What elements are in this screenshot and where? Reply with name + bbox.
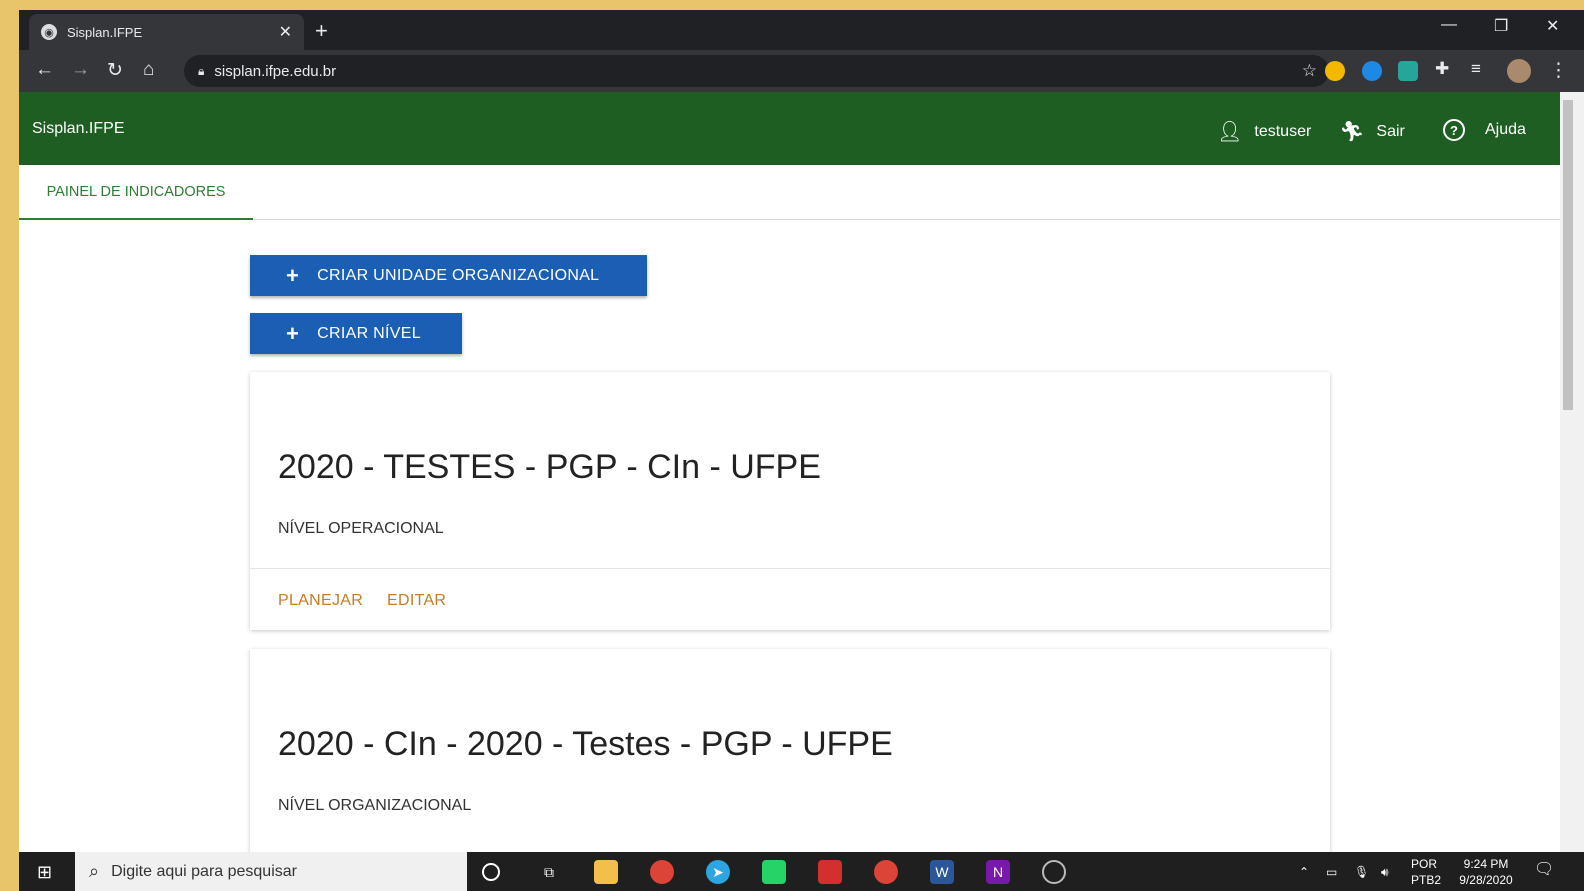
bookmark-star-icon[interactable]: ☆	[1302, 61, 1317, 81]
card-title: 2020 - TESTES - PGP - CIn - UFPE	[278, 448, 821, 486]
logout-label: Sair	[1376, 122, 1405, 140]
clock-date: 9/28/2020	[1459, 873, 1513, 887]
help-label: Ajuda	[1485, 121, 1526, 138]
unit-card: 2020 - TESTES - PGP - CIn - UFPE NÍVEL O…	[250, 372, 1330, 630]
close-tab-icon[interactable]: ✕	[279, 22, 292, 42]
app-brand[interactable]: Sisplan.IFPE	[32, 120, 124, 138]
word-icon[interactable]: W	[930, 860, 954, 884]
help-icon: ?	[1443, 119, 1465, 141]
volume-icon[interactable]: 🔊︎	[1381, 864, 1389, 880]
card-divider	[250, 568, 1330, 569]
create-unit-button[interactable]: + CRIAR UNIDADE ORGANIZACIONAL	[250, 255, 647, 296]
unit-card: 2020 - CIn - 2020 - Testes - PGP - UFPE …	[250, 649, 1330, 869]
minimize-icon[interactable]: —	[1441, 16, 1457, 34]
extensions-puzzle-icon[interactable]: ✚	[1435, 59, 1449, 79]
tab-painel-indicadores[interactable]: PAINEL DE INDICADORES	[19, 165, 253, 220]
acrobat-icon[interactable]	[818, 860, 842, 884]
page-scrollbar[interactable]	[1560, 92, 1584, 852]
person-icon: 👤︎	[1217, 121, 1243, 143]
window-close-icon[interactable]: ✕	[1546, 16, 1559, 36]
logout-button[interactable]: 🏃︎ Sair	[1339, 119, 1405, 144]
new-tab-icon[interactable]: +	[315, 18, 328, 44]
browser-tab[interactable]: ◉ Sisplan.IFPE ✕	[29, 14, 304, 50]
create-level-label: CRIAR NÍVEL	[317, 324, 421, 342]
tab-title: Sisplan.IFPE	[67, 24, 143, 40]
tray-chevron-icon[interactable]: ⌃	[1299, 864, 1309, 880]
extension-blue-icon[interactable]	[1362, 61, 1382, 81]
profile-avatar-icon[interactable]	[1507, 59, 1531, 83]
plus-icon: +	[286, 320, 300, 346]
task-view-icon[interactable]: ⧉	[537, 860, 561, 884]
microphone-icon[interactable]: 🎙︎	[1354, 864, 1369, 880]
language-code: POR	[1411, 857, 1438, 871]
globe-icon: ◉	[41, 24, 57, 40]
scrollbar-thumb[interactable]	[1563, 100, 1573, 410]
url-text: sisplan.ifpe.edu.br	[214, 62, 337, 80]
chrome-icon[interactable]	[650, 860, 674, 884]
running-person-icon: 🏃︎	[1339, 121, 1365, 143]
windows-taskbar: ⊞ ⌕ Digite aqui para pesquisar ⧉ ➤ W N ⌃…	[19, 852, 1584, 891]
card-level: NÍVEL ORGANIZACIONAL	[278, 797, 472, 814]
windows-start-icon[interactable]: ⊞	[37, 862, 52, 883]
telegram-icon[interactable]: ➤	[706, 860, 730, 884]
keyboard-layout: PTB2	[1411, 873, 1442, 887]
user-menu[interactable]: 👤︎ testuser	[1217, 119, 1311, 144]
chrome-active-icon[interactable]	[874, 860, 898, 884]
taskbar-search-placeholder: Digite aqui para pesquisar	[111, 862, 297, 880]
media-queue-icon[interactable]: ≡	[1471, 59, 1481, 79]
clock-time: 9:24 PM	[1463, 857, 1509, 871]
notifications-icon[interactable]: 🗨︎	[1534, 862, 1554, 878]
browser-tabbar: ◉ Sisplan.IFPE ✕ + — ❐ ✕	[19, 10, 1584, 50]
create-unit-label: CRIAR UNIDADE ORGANIZACIONAL	[317, 266, 600, 284]
language-indicator[interactable]: POR PTB2	[1411, 856, 1441, 888]
address-bar[interactable]: 🔒︎ sisplan.ifpe.edu.br ☆	[184, 55, 1329, 87]
plus-icon: +	[286, 262, 300, 288]
clock[interactable]: 9:24 PM 9/28/2020	[1451, 856, 1521, 888]
taskbar-search[interactable]: ⌕ Digite aqui para pesquisar	[75, 852, 467, 891]
screen: ◉ Sisplan.IFPE ✕ + — ❐ ✕ ← → ↻ ⌂ 🔒︎ sisp…	[19, 10, 1584, 891]
network-icon[interactable]: ▭	[1326, 864, 1337, 880]
forward-icon[interactable]: →	[71, 59, 90, 81]
back-icon[interactable]: ←	[35, 59, 54, 81]
card-level: NÍVEL OPERACIONAL	[278, 520, 444, 537]
menu-kebab-icon[interactable]: ⋮	[1549, 59, 1568, 82]
plan-button[interactable]: PLANEJAR	[278, 592, 363, 610]
browser-toolbar: ← → ↻ ⌂ 🔒︎ sisplan.ifpe.edu.br ☆ ✚ ≡ ⋮	[19, 50, 1584, 92]
onenote-icon[interactable]: N	[986, 860, 1010, 884]
sub-navigation: PAINEL DE INDICADORES	[19, 165, 1560, 220]
cortana-icon[interactable]	[482, 863, 500, 881]
card-title: 2020 - CIn - 2020 - Testes - PGP - UFPE	[278, 725, 893, 763]
create-level-button[interactable]: + CRIAR NÍVEL	[250, 313, 462, 354]
restore-icon[interactable]: ❐	[1494, 16, 1508, 36]
reload-icon[interactable]: ↻	[107, 59, 123, 82]
edit-button[interactable]: EDITAR	[387, 592, 446, 610]
file-explorer-icon[interactable]	[594, 860, 618, 884]
app-header: Sisplan.IFPE 👤︎ testuser 🏃︎ Sair ? Ajuda	[19, 92, 1560, 165]
extension-shield-icon[interactable]	[1398, 61, 1418, 81]
obs-icon[interactable]	[1042, 860, 1066, 884]
home-icon[interactable]: ⌂	[143, 59, 154, 81]
extension-emoji-icon[interactable]	[1325, 61, 1345, 81]
lock-icon: 🔒︎	[198, 63, 205, 78]
search-icon: ⌕	[89, 861, 100, 881]
help-button[interactable]: ? Ajuda	[1443, 119, 1526, 141]
whatsapp-icon[interactable]	[762, 860, 786, 884]
username: testuser	[1254, 122, 1312, 140]
